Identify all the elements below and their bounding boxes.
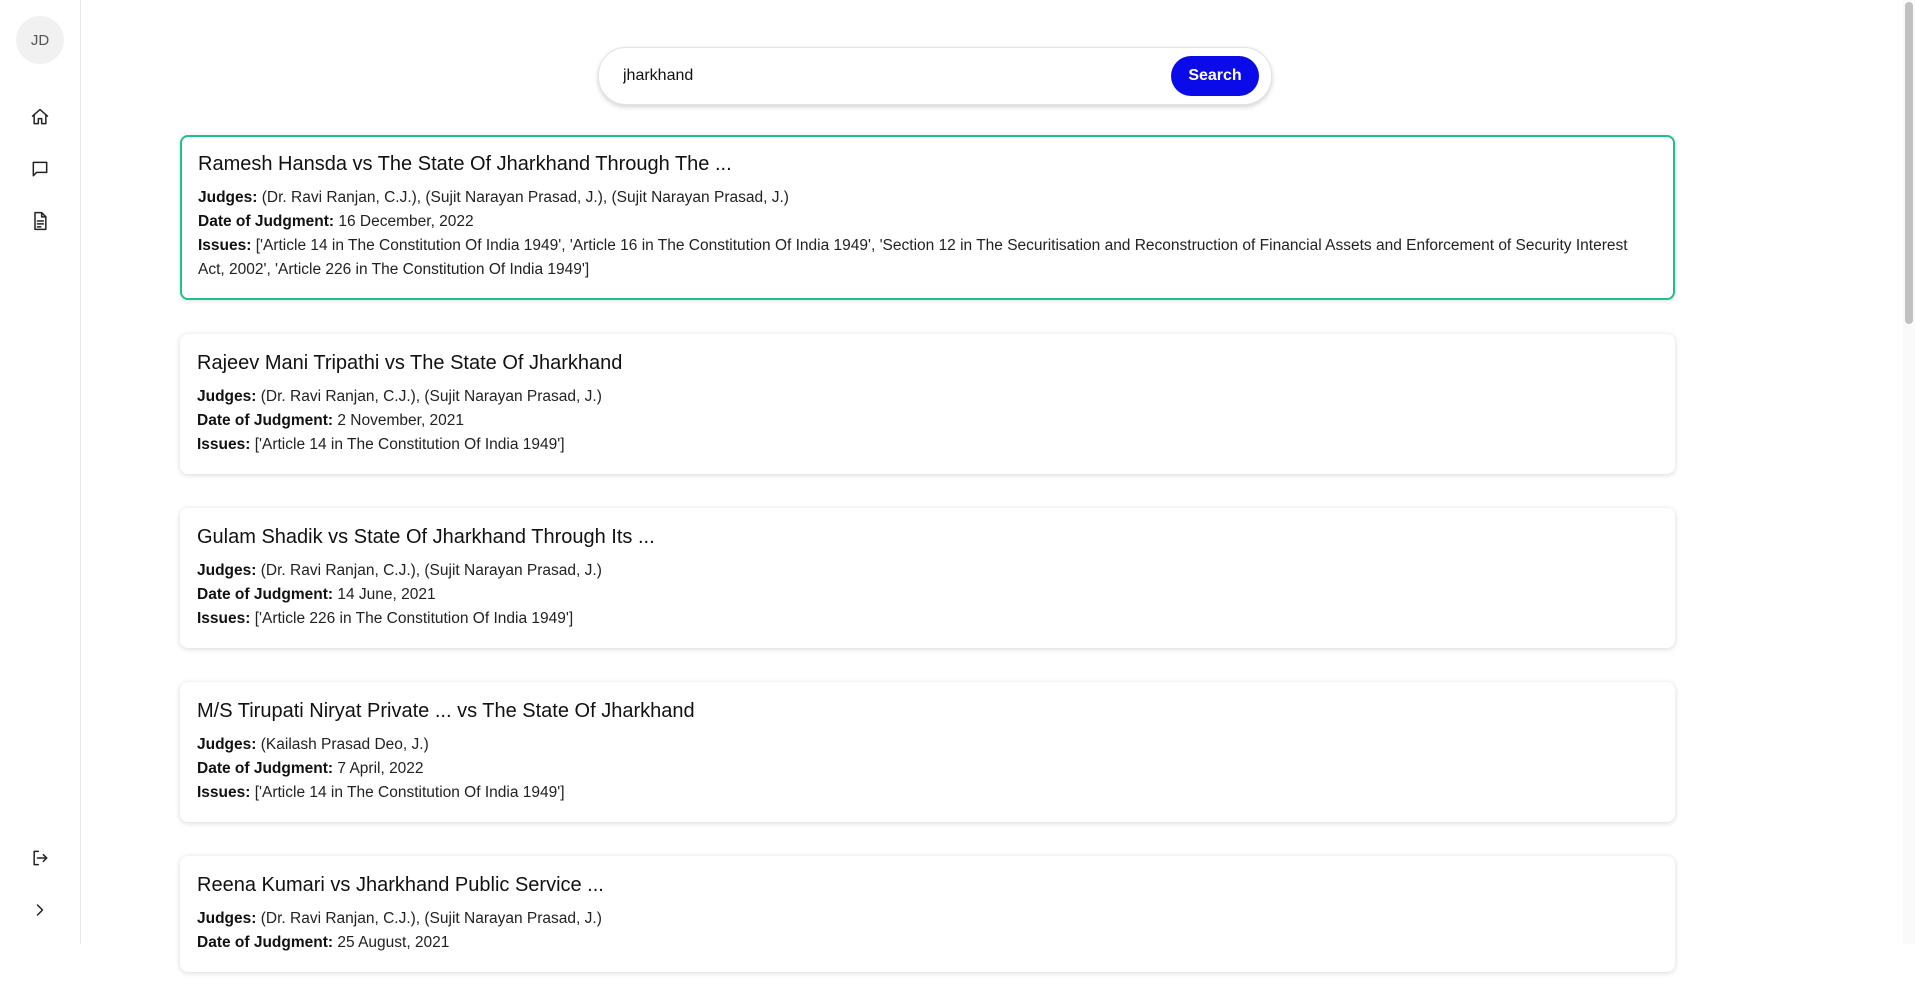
- judges-label: Judges:: [197, 562, 257, 579]
- issues-value: ['Article 14 in The Constitution Of Indi…: [198, 237, 1628, 278]
- judges-line: Judges: (Dr. Ravi Ranjan, C.J.), (Sujit …: [198, 186, 1657, 210]
- judges-value: (Dr. Ravi Ranjan, C.J.), (Sujit Narayan …: [261, 189, 789, 206]
- date-value: 25 August, 2021: [337, 934, 450, 951]
- date-label: Date of Judgment:: [197, 934, 334, 951]
- scrollbar[interactable]: [1903, 0, 1915, 944]
- judges-label: Judges:: [198, 189, 258, 206]
- judges-value: (Dr. Ravi Ranjan, C.J.), (Sujit Narayan …: [260, 910, 602, 927]
- avatar[interactable]: JD: [16, 16, 64, 64]
- judges-label: Judges:: [197, 388, 257, 405]
- result-card[interactable]: Reena Kumari vs Jharkhand Public Service…: [180, 856, 1675, 972]
- scrollbar-thumb[interactable]: [1905, 2, 1913, 324]
- document-icon[interactable]: [26, 207, 54, 235]
- issues-line: Issues: ['Article 226 in The Constitutio…: [197, 607, 1658, 631]
- result-title[interactable]: Reena Kumari vs Jharkhand Public Service…: [197, 874, 1658, 897]
- date-value: 7 April, 2022: [337, 760, 424, 777]
- date-line: Date of Judgment: 25 August, 2021: [197, 931, 1658, 955]
- judges-line: Judges: (Dr. Ravi Ranjan, C.J.), (Sujit …: [197, 559, 1658, 583]
- search-button[interactable]: Search: [1171, 56, 1259, 96]
- search-input[interactable]: [621, 60, 1165, 92]
- result-title[interactable]: Ramesh Hansda vs The State Of Jharkhand …: [198, 153, 1657, 176]
- home-icon[interactable]: [26, 103, 54, 131]
- search-bar: Search: [598, 47, 1272, 105]
- judges-value: (Kailash Prasad Deo, J.): [260, 736, 429, 753]
- result-title[interactable]: M/S Tirupati Niryat Private ... vs The S…: [197, 700, 1658, 723]
- date-value: 16 December, 2022: [338, 213, 474, 230]
- issues-value: ['Article 14 in The Constitution Of Indi…: [254, 436, 565, 453]
- result-card[interactable]: Ramesh Hansda vs The State Of Jharkhand …: [180, 135, 1675, 300]
- issues-label: Issues:: [198, 237, 252, 254]
- logout-icon[interactable]: [26, 844, 54, 872]
- judges-line: Judges: (Dr. Ravi Ranjan, C.J.), (Sujit …: [197, 907, 1658, 931]
- date-value: 14 June, 2021: [337, 586, 436, 603]
- result-title[interactable]: Rajeev Mani Tripathi vs The State Of Jha…: [197, 352, 1658, 375]
- chat-icon[interactable]: [26, 155, 54, 183]
- issues-label: Issues:: [197, 610, 251, 627]
- sidebar: JD: [0, 0, 81, 944]
- judges-label: Judges:: [197, 910, 257, 927]
- date-line: Date of Judgment: 16 December, 2022: [198, 210, 1657, 234]
- date-line: Date of Judgment: 2 November, 2021: [197, 409, 1658, 433]
- issues-line: Issues: ['Article 14 in The Constitution…: [197, 433, 1658, 457]
- result-card[interactable]: M/S Tirupati Niryat Private ... vs The S…: [180, 682, 1675, 822]
- date-label: Date of Judgment:: [197, 586, 334, 603]
- issues-value: ['Article 226 in The Constitution Of Ind…: [254, 610, 574, 627]
- judges-value: (Dr. Ravi Ranjan, C.J.), (Sujit Narayan …: [260, 562, 602, 579]
- chevron-right-icon[interactable]: [26, 896, 54, 924]
- result-card[interactable]: Rajeev Mani Tripathi vs The State Of Jha…: [180, 334, 1675, 474]
- issues-label: Issues:: [197, 784, 251, 801]
- date-line: Date of Judgment: 14 June, 2021: [197, 583, 1658, 607]
- judges-line: Judges: (Kailash Prasad Deo, J.): [197, 733, 1658, 757]
- issues-label: Issues:: [197, 436, 251, 453]
- result-card[interactable]: Gulam Shadik vs State Of Jharkhand Throu…: [180, 508, 1675, 648]
- date-value: 2 November, 2021: [337, 412, 465, 429]
- date-line: Date of Judgment: 7 April, 2022: [197, 757, 1658, 781]
- issues-line: Issues: ['Article 14 in The Constitution…: [197, 781, 1658, 805]
- issues-value: ['Article 14 in The Constitution Of Indi…: [254, 784, 565, 801]
- issues-line: Issues: ['Article 14 in The Constitution…: [198, 234, 1657, 282]
- date-label: Date of Judgment:: [198, 213, 335, 230]
- date-label: Date of Judgment:: [197, 412, 334, 429]
- judges-label: Judges:: [197, 736, 257, 753]
- judges-value: (Dr. Ravi Ranjan, C.J.), (Sujit Narayan …: [260, 388, 602, 405]
- date-label: Date of Judgment:: [197, 760, 334, 777]
- result-title[interactable]: Gulam Shadik vs State Of Jharkhand Throu…: [197, 526, 1658, 549]
- results-list: Ramesh Hansda vs The State Of Jharkhand …: [180, 135, 1675, 1006]
- judges-line: Judges: (Dr. Ravi Ranjan, C.J.), (Sujit …: [197, 385, 1658, 409]
